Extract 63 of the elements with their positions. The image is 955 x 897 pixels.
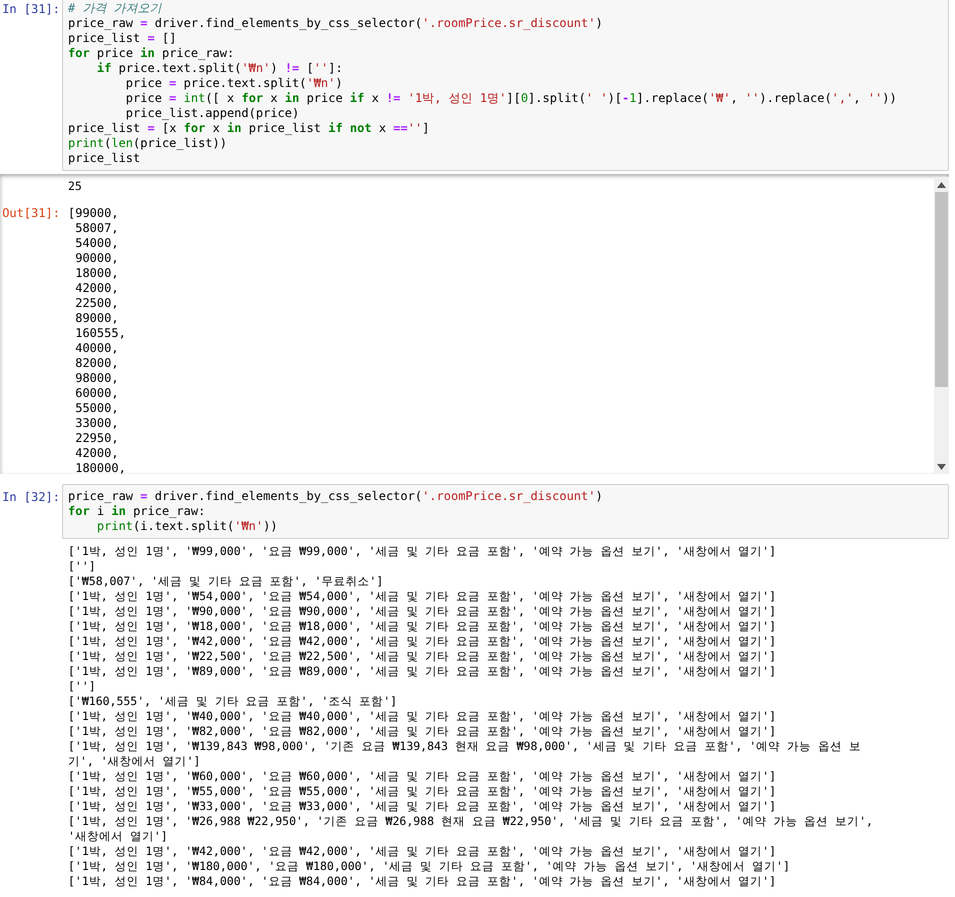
output-line: 60000, (74, 386, 120, 401)
output-line: ['₩58,007', '세금 및 기타 요금 포함', '무료취소'] (68, 574, 384, 589)
output-line: 40000, (74, 341, 120, 356)
code-line: price_list = [x for x in price_list if not x ==''] (68, 121, 430, 136)
output-line: 42000, (74, 281, 120, 296)
output-line: ['1박, 성인 1명', '₩42,000', '요금 ₩42,000', '세금 및 기타 요금 포함', '예약 가능 옵션 보기', '새창에서 열기'] (68, 634, 778, 649)
code-line: price = price.text.split('₩n') (124, 76, 344, 91)
code-line: print(i.text.split('₩n')) (96, 519, 279, 534)
output-line: [''] (68, 679, 97, 694)
output-line: ['1박, 성인 1명', '₩180,000', '요금 ₩180,000', '세금 및 기타 요금 포함', '예약 가능 옵션 보기', '새창에서 열기'] (68, 859, 791, 874)
code-editor[interactable] (62, 0, 949, 171)
code-line: # 가격 가져오기 (68, 1, 163, 16)
output-line: 25 (68, 179, 82, 194)
output-line: ['1박, 성인 1명', '₩55,000', '요금 ₩55,000', '세금 및 기타 요금 포함', '예약 가능 옵션 보기', '새창에서 열기'] (68, 784, 778, 799)
input-prompt: In [31]: (1, 1, 61, 18)
output-line: 89000, (74, 311, 120, 326)
output-line: 22950, (74, 431, 120, 446)
output-line: ['₩160,555', '세금 및 기타 요금 포함', '조식 포함'] (68, 694, 398, 709)
code-line: price_list = [] (68, 31, 178, 46)
code-line: price = int([ x for x in price if x != '1박, 성인 1명'][0].split(' ')[-1].replace('₩', '').replace(',', '')) (124, 91, 898, 106)
output-line: ['1박, 성인 1명', '₩99,000', '요금 ₩99,000', '세금 및 기타 요금 포함', '예약 가능 옵션 보기', '새창에서 열기'] (68, 544, 778, 559)
code-line: price_list.append(price) (124, 106, 300, 121)
output-line: ['1박, 성인 1명', '₩18,000', '요금 ₩18,000', '세금 및 기타 요금 포함', '예약 가능 옵션 보기', '새창에서 열기'] (68, 619, 778, 634)
output-line: 기', '새창에서 열기'] (68, 754, 202, 769)
code-line: print(len(price_list)) (68, 136, 228, 151)
output-line: ['1박, 성인 1명', '₩42,000', '요금 ₩42,000', '세금 및 기타 요금 포함', '예약 가능 옵션 보기', '새창에서 열기'] (68, 844, 778, 859)
output-line: [''] (68, 559, 97, 574)
output-line: 18000, (74, 266, 120, 281)
code-line: price_raw = driver.find_elements_by_css_selector('.roomPrice.sr_discount') (68, 489, 604, 504)
output-line: 82000, (74, 356, 120, 371)
code-line: for i in price_raw: (68, 504, 206, 519)
code-editor[interactable]: price_raw = driver.find_elements_by_css_selector('.roomPrice.sr_discount') for i in price_raw: print(i.text.split('₩n')) (62, 484, 949, 539)
scrollbar[interactable] (934, 177, 949, 474)
code-line: for price in price_raw: (68, 46, 236, 61)
output-line: ['1박, 성인 1명', '₩84,000', '요금 ₩84,000', '세금 및 기타 요금 포함', '예약 가능 옵션 보기', '새창에서 열기'] (68, 874, 778, 889)
output-line: 54000, (74, 236, 120, 251)
output-line: '새창에서 열기'] (68, 829, 169, 844)
output-prompt: Out[31]: (1, 206, 61, 222)
output-line: 55000, (74, 401, 120, 416)
output-line: ['1박, 성인 1명', '₩33,000', '요금 ₩33,000', '세금 및 기타 요금 포함', '예약 가능 옵션 보기', '새창에서 열기'] (68, 799, 778, 814)
scrollbar-thumb[interactable] (935, 192, 948, 387)
code-line: price_raw = driver.find_elements_by_css_selector('.roomPrice.sr_discount') (68, 16, 604, 31)
output-line: ['1박, 성인 1명', '₩54,000', '요금 ₩54,000', '세금 및 기타 요금 포함', '예약 가능 옵션 보기', '새창에서 열기'] (68, 589, 778, 604)
output-line: 90000, (74, 251, 120, 266)
code-line: if price.text.split('₩n') != ['']: (96, 61, 344, 76)
output-line: 58007, (74, 221, 120, 236)
output-line: 42000, (74, 446, 120, 461)
input-prompt: In [32]: (1, 489, 61, 506)
output-line: ['1박, 성인 1명', '₩22,500', '요금 ₩22,500', '세금 및 기타 요금 포함', '예약 가능 옵션 보기', '새창에서 열기'] (68, 649, 778, 664)
output-line: ['1박, 성인 1명', '₩82,000', '요금 ₩82,000', '세금 및 기타 요금 포함', '예약 가능 옵션 보기', '새창에서 열기'] (68, 724, 778, 739)
output-line: ['1박, 성인 1명', '₩89,000', '요금 ₩89,000', '세금 및 기타 요금 포함', '예약 가능 옵션 보기', '새창에서 열기'] (68, 664, 778, 679)
output-line: ['1박, 성인 1명', '₩26,988 ₩22,950', '기존 요금 ₩26,988 현재 요금 ₩22,950', '세금 및 기타 요금 포함', '예약 가능 옵션 보기', (68, 814, 873, 829)
output-line: 160555, (74, 326, 126, 341)
output-line: 180000, (74, 461, 126, 474)
output-line: 33000, (74, 416, 120, 431)
output-line: ['1박, 성인 1명', '₩90,000', '요금 ₩90,000', '세금 및 기타 요금 포함', '예약 가능 옵션 보기', '새창에서 열기'] (68, 604, 778, 619)
output-line: ['1박, 성인 1명', '₩139,843 ₩98,000', '기존 요금 ₩139,843 현재 요금 ₩98,000', '세금 및 기타 요금 포함', '예약 가능 옵션 보 (68, 739, 862, 754)
output-line: ['1박, 성인 1명', '₩60,000', '요금 ₩60,000', '세금 및 기타 요금 포함', '예약 가능 옵션 보기', '새창에서 열기'] (68, 769, 778, 784)
output-line: ['1박, 성인 1명', '₩40,000', '요금 ₩40,000', '세금 및 기타 요금 포함', '예약 가능 옵션 보기', '새창에서 열기'] (68, 709, 778, 724)
output-line: 22500, (74, 296, 120, 311)
output-line: 98000, (74, 371, 120, 386)
output-line: [99000, (68, 206, 120, 221)
code-line: price_list (68, 151, 142, 166)
